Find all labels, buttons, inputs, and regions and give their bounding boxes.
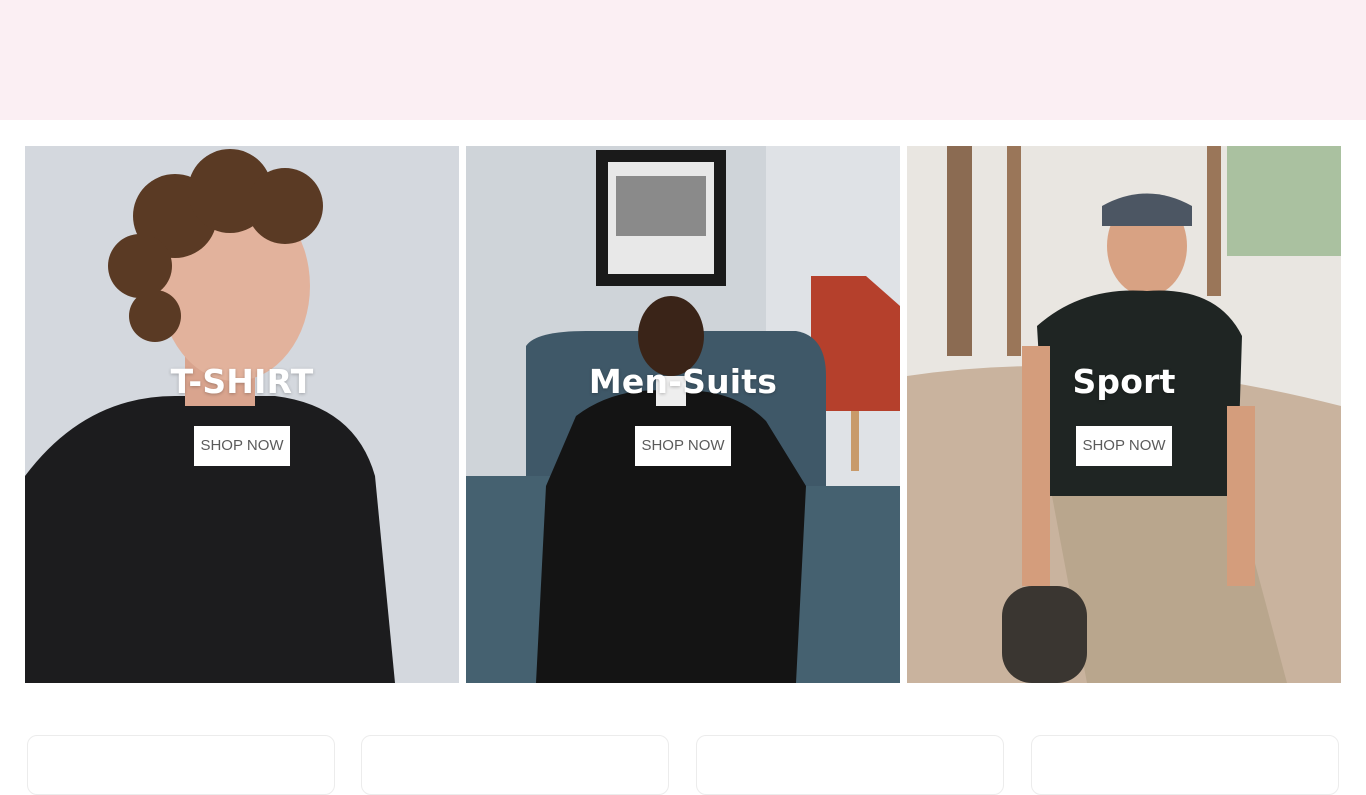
shop-now-button-tshirt[interactable]: SHOP NOW [194,426,290,466]
product-card[interactable] [696,735,1004,795]
shop-now-button-men-suits[interactable]: SHOP NOW [635,426,731,466]
tshirt-model-photo [25,146,459,683]
category-title: Sport [1072,362,1176,401]
category-title: Men-Suits [588,362,778,401]
product-card[interactable] [1031,735,1339,795]
product-card[interactable] [27,735,335,795]
shop-now-button-sport[interactable]: SHOP NOW [1076,426,1172,466]
category-tile-sport[interactable]: Sport SHOP NOW [907,146,1341,683]
sport-model-photo [907,146,1341,683]
category-tile-tshirt[interactable]: T-SHIRT SHOP NOW [25,146,459,683]
category-banners: T-SHIRT SHOP NOW Men-Suits SHOP NOW Spor… [25,146,1341,683]
top-banner [0,0,1366,120]
men-suits-model-photo [466,146,900,683]
product-card[interactable] [361,735,669,795]
category-tile-men-suits[interactable]: Men-Suits SHOP NOW [466,146,900,683]
category-title: T-SHIRT [170,362,314,401]
